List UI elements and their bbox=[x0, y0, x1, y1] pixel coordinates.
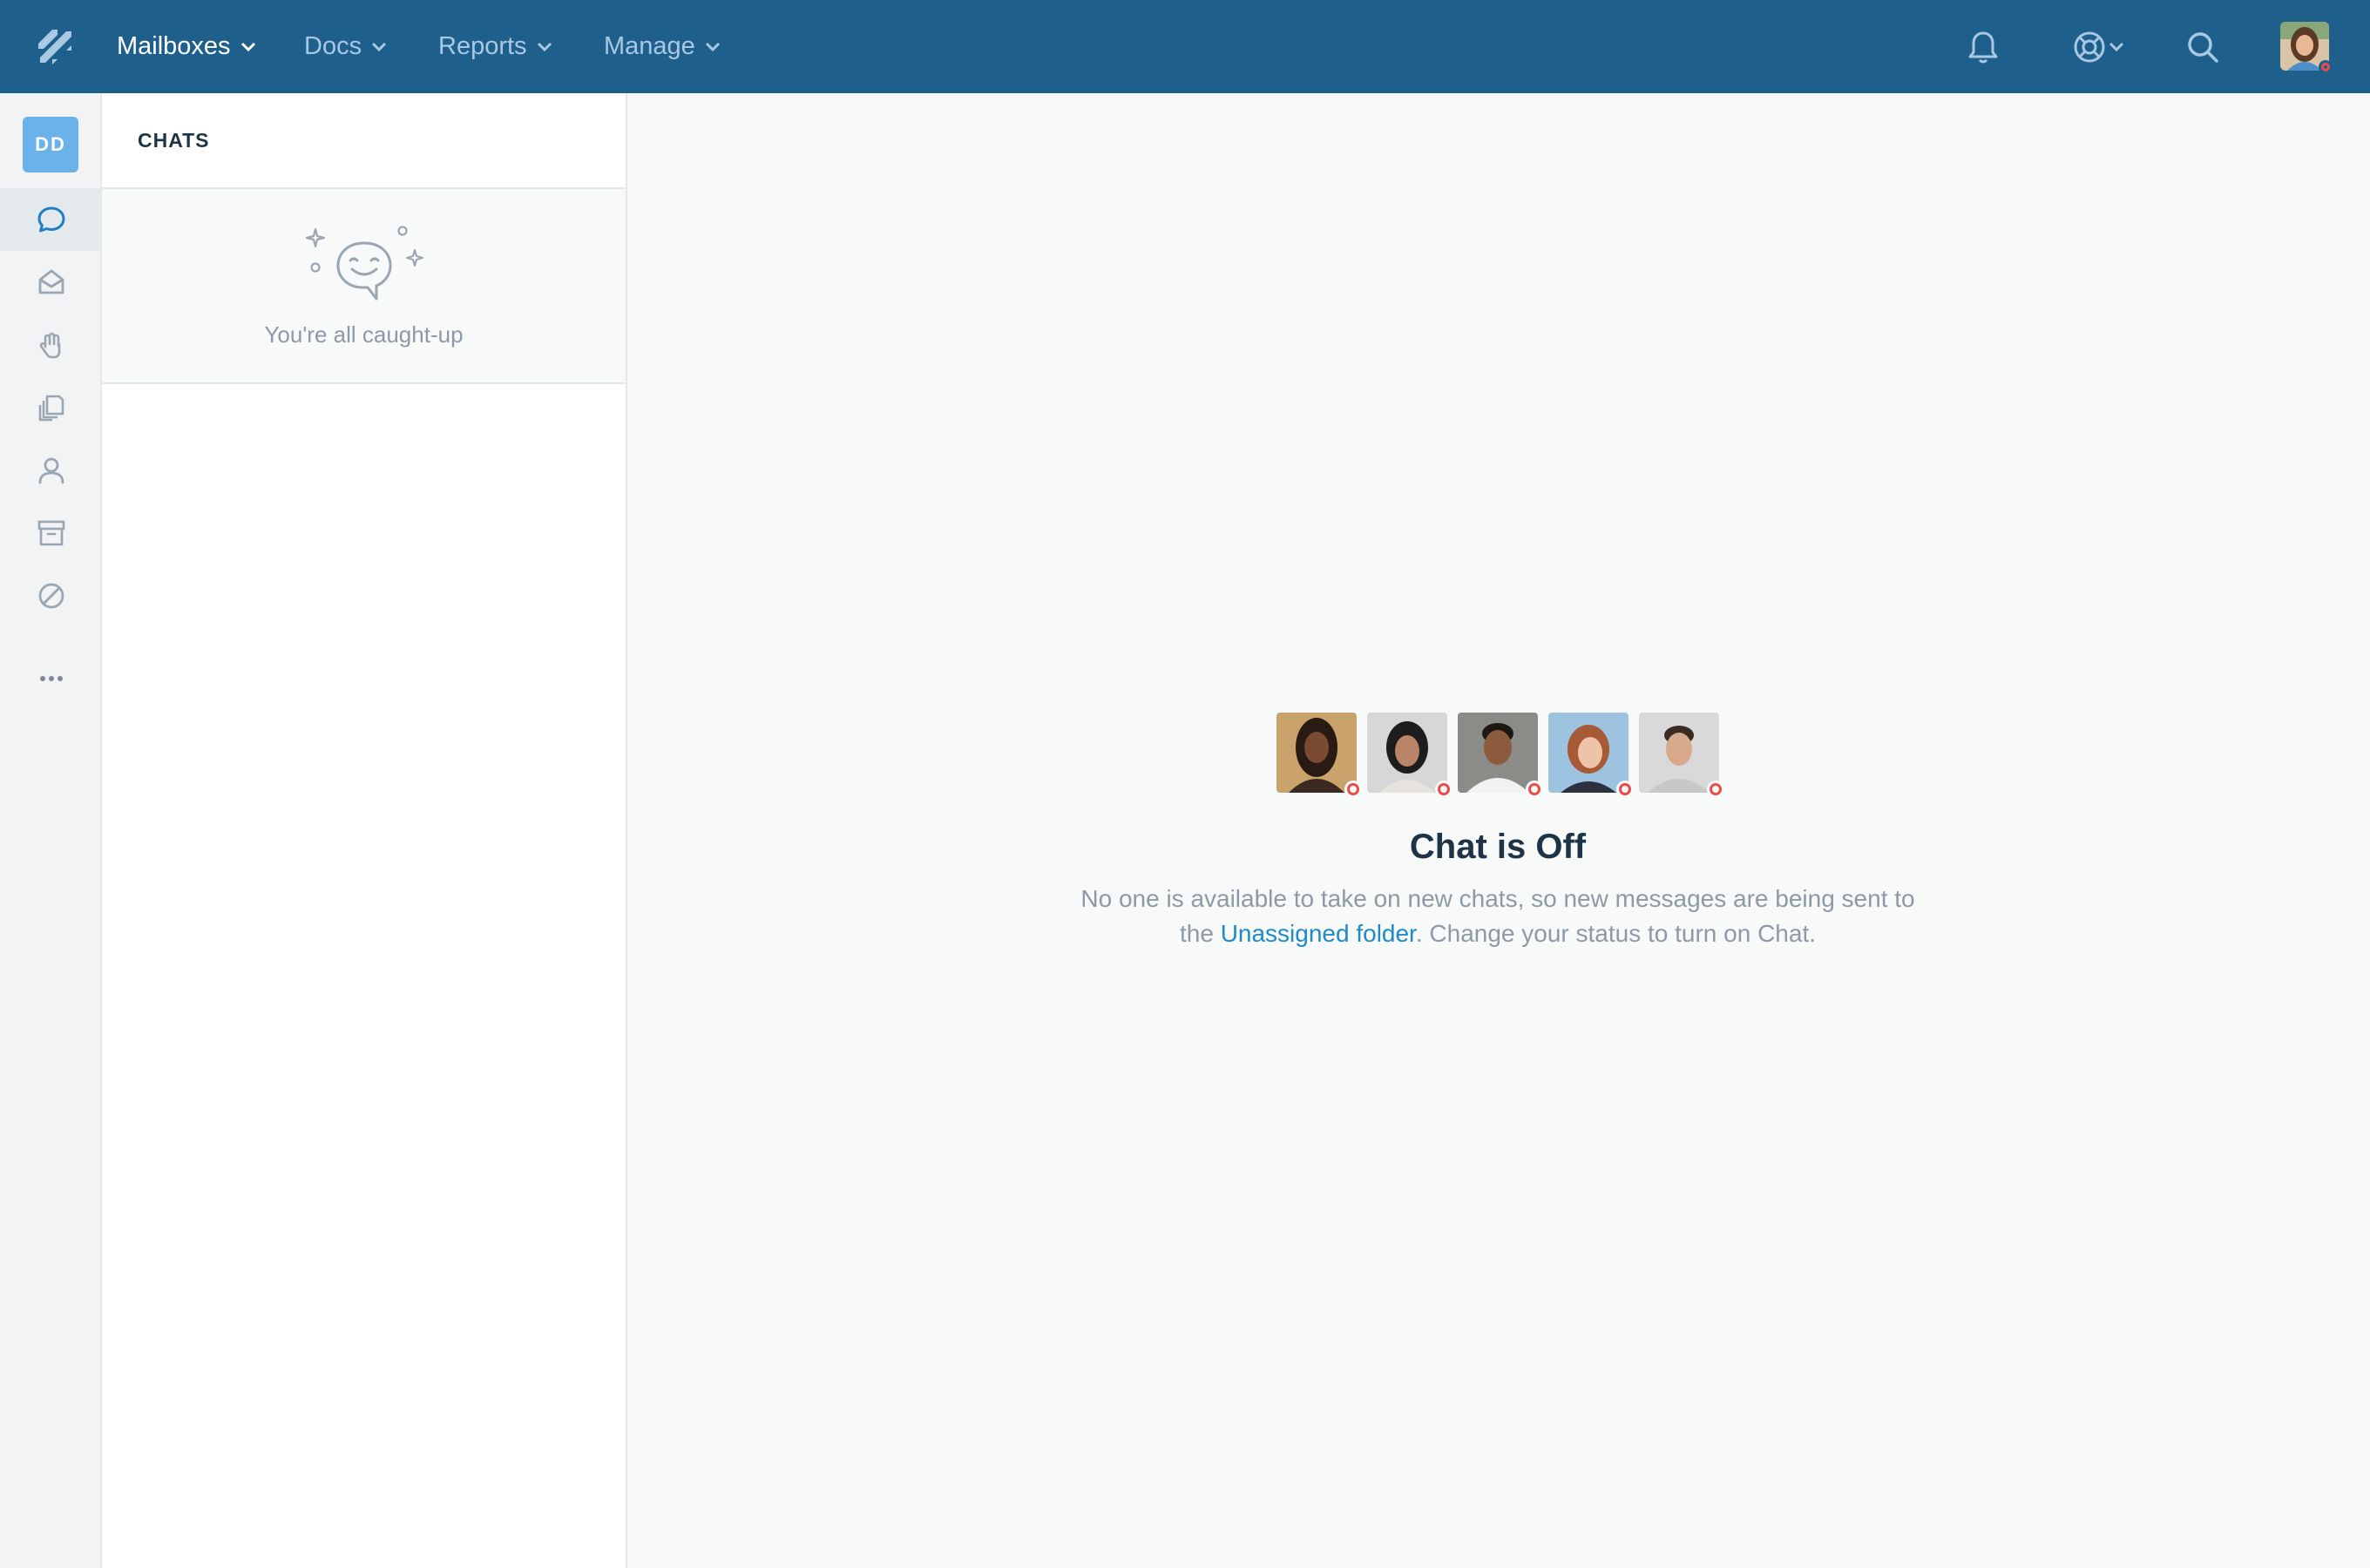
team-member-avatar bbox=[1367, 713, 1452, 798]
blocked-icon bbox=[38, 583, 64, 609]
away-status-indicator bbox=[1344, 781, 1362, 798]
team-avatars bbox=[1276, 713, 1724, 798]
chat-off-title: Chat is Off bbox=[1409, 828, 1587, 866]
rail-item-inbox[interactable] bbox=[0, 251, 102, 314]
team-member-photo bbox=[1548, 713, 1629, 793]
chevron-down-icon bbox=[2109, 42, 2124, 52]
nav-docs[interactable]: Docs bbox=[304, 0, 388, 93]
help-lifebuoy-icon bbox=[2074, 31, 2105, 63]
top-navigation-bar: Mailboxes Docs Reports Manage bbox=[0, 0, 2370, 93]
mailbox-initials-badge[interactable]: DD bbox=[23, 117, 78, 172]
chats-header: CHATS bbox=[102, 93, 626, 189]
team-member-photo bbox=[1367, 713, 1447, 793]
archive-icon bbox=[37, 520, 64, 546]
nav-manage-label: Manage bbox=[604, 32, 695, 60]
empty-chats-state: You're all caught-up bbox=[102, 189, 626, 384]
away-status-indicator bbox=[1526, 781, 1543, 798]
chat-main-panel: Chat is Off No one is available to take … bbox=[627, 93, 2370, 1568]
team-member-photo bbox=[1639, 713, 1719, 793]
nav-mailboxes-label: Mailboxes bbox=[117, 32, 231, 60]
chevron-down-icon bbox=[705, 42, 720, 51]
chat-off-description: No one is available to take on new chats… bbox=[627, 882, 2368, 951]
away-status-indicator bbox=[1435, 781, 1452, 798]
team-member-avatar bbox=[1458, 713, 1543, 798]
nav-reports[interactable]: Reports bbox=[438, 0, 553, 93]
rail-item-assigned[interactable] bbox=[0, 314, 102, 376]
away-status-indicator bbox=[1616, 781, 1634, 798]
person-icon bbox=[38, 457, 64, 484]
empty-chats-message: You're all caught-up bbox=[264, 321, 464, 348]
happy-chat-bubble-icon bbox=[305, 226, 424, 301]
chat-off-desc-suffix: . Change your status to turn on Chat. bbox=[1415, 920, 1816, 947]
rail-item-customers[interactable] bbox=[0, 439, 102, 502]
nav-manage[interactable]: Manage bbox=[604, 0, 721, 93]
rail-item-archive[interactable] bbox=[0, 502, 102, 564]
search-icon bbox=[2188, 32, 2218, 63]
team-member-photo bbox=[1458, 713, 1538, 793]
team-member-photo bbox=[1276, 713, 1357, 793]
inbox-icon bbox=[38, 269, 64, 294]
nav-mailboxes[interactable]: Mailboxes bbox=[117, 0, 257, 93]
nav-reports-label: Reports bbox=[438, 32, 527, 60]
rail-item-documents[interactable] bbox=[0, 376, 102, 439]
chevron-down-icon bbox=[372, 42, 387, 51]
helpscout-logo-icon[interactable] bbox=[33, 24, 77, 68]
unassigned-folder-link[interactable]: Unassigned folder bbox=[1221, 920, 1416, 947]
chat-icon bbox=[37, 206, 64, 233]
chevron-down-icon bbox=[537, 42, 552, 51]
notifications-button[interactable] bbox=[1959, 23, 2008, 71]
documents-icon bbox=[38, 395, 64, 422]
chat-off-desc-line1: No one is available to take on new chats… bbox=[1080, 885, 1915, 912]
chevron-down-icon bbox=[240, 42, 255, 51]
user-status-indicator bbox=[2319, 60, 2333, 74]
chats-list-panel: CHATS You're all caught-up bbox=[102, 93, 627, 1568]
hand-icon bbox=[39, 332, 60, 359]
rail-item-spam[interactable] bbox=[0, 564, 102, 627]
left-rail: DD bbox=[0, 93, 102, 1568]
team-member-avatar bbox=[1276, 713, 1362, 798]
help-menu-button[interactable] bbox=[2065, 23, 2131, 71]
search-button[interactable] bbox=[2178, 23, 2227, 71]
team-member-avatar bbox=[1639, 713, 1724, 798]
nav-docs-label: Docs bbox=[304, 32, 362, 60]
rail-more-button[interactable] bbox=[0, 647, 102, 710]
away-status-indicator bbox=[1707, 781, 1724, 798]
rail-item-chats[interactable] bbox=[0, 188, 102, 251]
chat-off-desc-prefix: the bbox=[1179, 920, 1221, 947]
more-icon bbox=[39, 676, 63, 681]
team-member-avatar bbox=[1548, 713, 1634, 798]
bell-icon bbox=[1968, 31, 1998, 64]
